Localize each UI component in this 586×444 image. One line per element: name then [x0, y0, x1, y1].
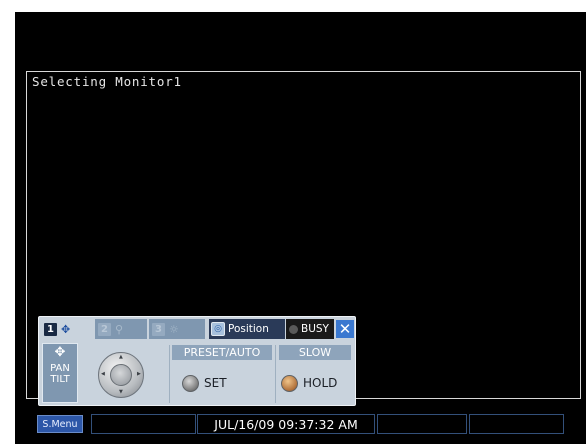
zoom-magnifier-icon: ⚲ [115, 322, 124, 336]
set-button[interactable]: SET [182, 372, 227, 394]
arrow-right-icon: ▶ [137, 371, 141, 377]
divider [169, 345, 170, 403]
position-button[interactable]: ◎ Position [209, 319, 285, 339]
busy-led-icon [289, 324, 298, 334]
tab-pan-tilt[interactable]: 1 ✥ [41, 319, 93, 339]
hold-label: HOLD [303, 376, 338, 390]
joystick-knob[interactable] [110, 364, 132, 386]
hold-button[interactable]: HOLD [281, 372, 337, 394]
ptz-tab-bar: 1 ✥ 2 ⚲ 3 ☼ ◎ Position BUSY ✕ [41, 319, 354, 339]
set-label: SET [204, 376, 227, 390]
arrow-up-icon: ▲ [119, 354, 123, 360]
pan-tilt-mode-button[interactable]: ✥ PAN TILT [42, 343, 78, 403]
slow-label: SLOW [279, 345, 351, 360]
divider [275, 345, 276, 403]
set-led-icon [182, 374, 199, 392]
tab-number: 1 [44, 322, 57, 336]
busy-indicator: BUSY [286, 319, 334, 339]
tab-zoom[interactable]: 2 ⚲ [95, 319, 147, 339]
pan-tilt-joystick[interactable]: ▲ ▼ ◀ ▶ [98, 352, 144, 398]
pan-tilt-arrows-icon: ✥ [54, 345, 66, 360]
tab-brightness[interactable]: 3 ☼ [149, 319, 205, 339]
close-icon: ✕ [338, 320, 352, 338]
monitor-status-label: Selecting Monitor1 [32, 74, 182, 89]
position-label: Position [228, 323, 269, 335]
smenu-button[interactable]: S.Menu [37, 415, 83, 433]
pan-tilt-label: PAN TILT [50, 363, 70, 385]
preset-auto-label: PRESET/AUTO [172, 345, 272, 360]
tab-number: 3 [152, 322, 165, 336]
brightness-sun-icon: ☼ [169, 322, 179, 336]
arrow-down-icon: ▼ [119, 389, 123, 395]
hold-led-icon [281, 374, 298, 392]
pan-tilt-arrows-icon: ✥ [61, 322, 71, 336]
status-field [91, 414, 196, 434]
busy-label: BUSY [301, 323, 329, 335]
datetime-display: JUL/16/09 09:37:32 AM [197, 414, 375, 434]
status-bar: S.Menu JUL/16/09 09:37:32 AM [37, 414, 564, 434]
arrow-left-icon: ◀ [101, 371, 105, 377]
position-target-icon: ◎ [211, 322, 225, 336]
status-field [377, 414, 467, 434]
tab-number: 2 [98, 322, 111, 336]
ptz-control-panel: 1 ✥ 2 ⚲ 3 ☼ ◎ Position BUSY ✕ ✥ PAN TILT… [38, 316, 356, 406]
status-field [469, 414, 564, 434]
close-panel-button[interactable]: ✕ [336, 320, 354, 338]
